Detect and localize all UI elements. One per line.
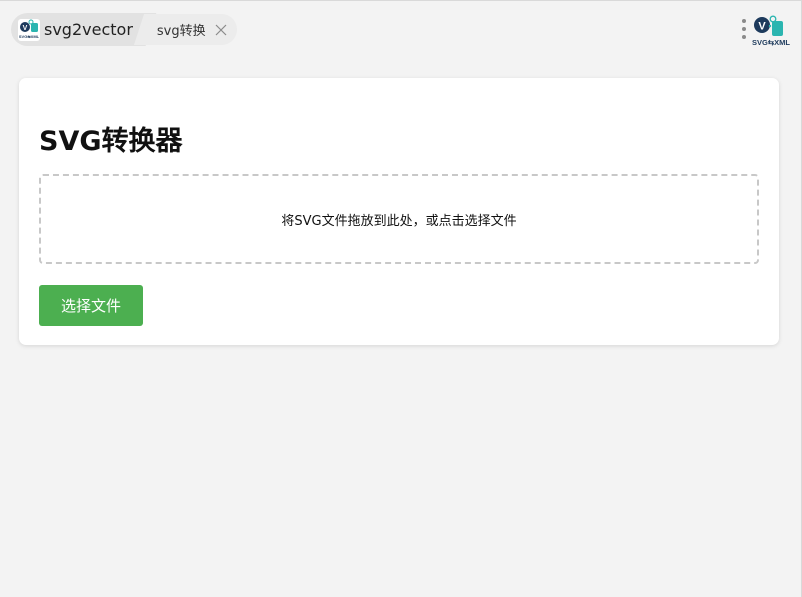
file-drop-zone[interactable]: 将SVG文件拖放到此处，或点击选择文件 xyxy=(39,174,759,264)
svg-text:SVG⇆XML: SVG⇆XML xyxy=(19,33,40,40)
tab-svg2vector-label: svg2vector xyxy=(44,20,133,39)
tab-svg-convert[interactable]: svg转换 xyxy=(146,14,237,45)
select-file-button[interactable]: 选择文件 xyxy=(39,285,143,326)
converter-card: SVG转换器 将SVG文件拖放到此处，或点击选择文件 选择文件 xyxy=(19,78,779,345)
svg-text:V: V xyxy=(23,25,28,32)
svg2vector-logo-icon: V SVG⇆XML xyxy=(18,18,40,41)
tab-svg2vector[interactable]: V SVG⇆XML svg2vector xyxy=(11,13,141,46)
tab-svg-convert-label: svg转换 xyxy=(156,24,206,39)
svg-xml-logo-icon: V SVG⇆XML xyxy=(752,15,790,47)
close-icon[interactable] xyxy=(215,24,227,36)
page-title: SVG转换器 xyxy=(39,126,183,157)
drop-zone-text: 将SVG文件拖放到此处，或点击选择文件 xyxy=(281,213,517,229)
svg-text:V: V xyxy=(758,21,766,33)
more-vertical-icon[interactable] xyxy=(741,19,747,43)
tab-bar: V SVG⇆XML svg2vector svg转换 xyxy=(11,13,237,46)
svg-text:SVG⇆XML: SVG⇆XML xyxy=(752,38,790,47)
